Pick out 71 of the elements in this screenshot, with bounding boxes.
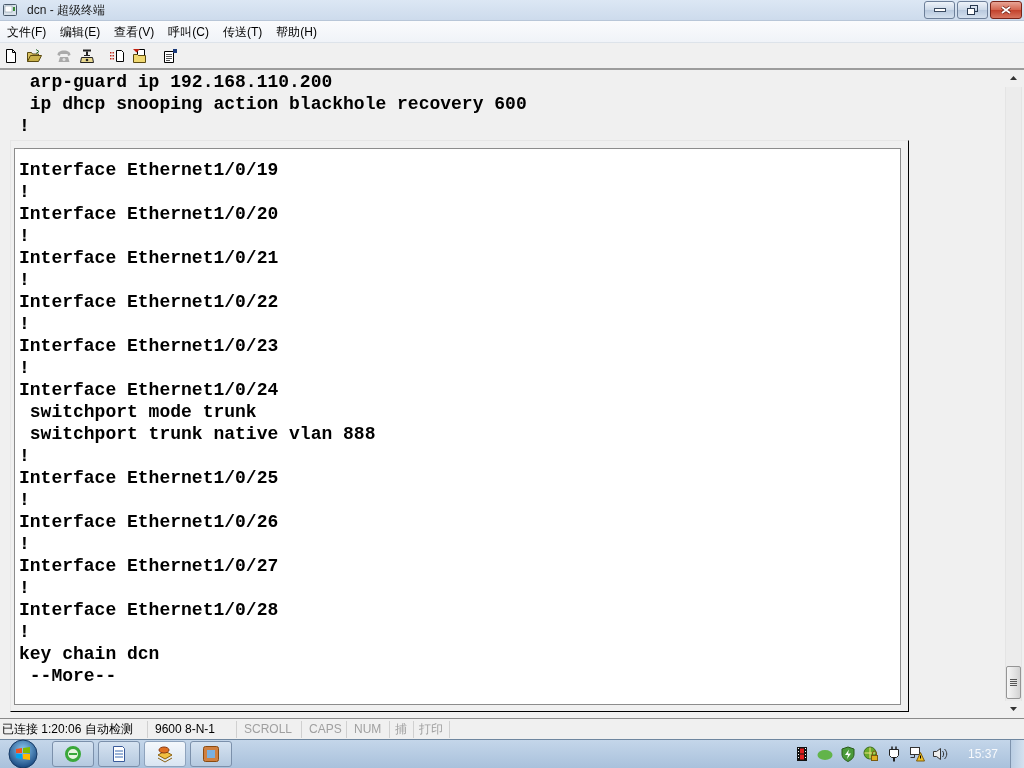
taskbar-button[interactable] xyxy=(144,741,186,767)
menu-item[interactable]: 帮助(H) xyxy=(269,22,324,41)
terminal-line: Interface Ethernet1/0/28 xyxy=(19,599,279,621)
status-text: NUM xyxy=(354,722,382,736)
telephone-handset-icon[interactable] xyxy=(79,47,95,64)
terminal-line: Interface Ethernet1/0/24 xyxy=(19,379,279,401)
terminal-line: ! xyxy=(19,313,30,335)
document-icon[interactable] xyxy=(3,47,19,64)
terminal-line: ! xyxy=(19,225,30,247)
terminal-line: ! xyxy=(19,115,30,137)
restore-icon xyxy=(967,5,978,15)
terminal-line: key chain dcn xyxy=(19,643,160,665)
terminal-line: Interface Ethernet1/0/25 xyxy=(19,467,279,489)
grip-icon xyxy=(1010,679,1017,686)
monitor-icon xyxy=(3,4,17,16)
terminal-line: ! xyxy=(19,533,30,555)
status-text: 9600 8-N-1 xyxy=(155,722,216,736)
restore-button[interactable] xyxy=(957,1,988,19)
status-text: SCROLL xyxy=(244,722,293,736)
network-warning-icon[interactable] xyxy=(908,746,925,762)
terminal-line: Interface Ethernet1/0/23 xyxy=(19,335,279,357)
menu-item[interactable]: 编辑(E) xyxy=(53,22,108,41)
menu-item[interactable]: 文件(F) xyxy=(0,22,54,41)
terminal-line: ! xyxy=(19,181,30,203)
up-arrow-icon[interactable] xyxy=(1010,76,1017,80)
globe-lock-icon[interactable] xyxy=(862,746,879,762)
folder-icon[interactable] xyxy=(26,47,42,64)
terminal-line: switchport trunk native vlan 888 xyxy=(28,423,376,445)
ring-icon xyxy=(64,745,82,763)
terminal-line: Interface Ethernet1/0/27 xyxy=(19,555,279,577)
status-text: 捕 xyxy=(395,720,407,738)
status-text: 打印 xyxy=(419,720,443,738)
minimize-button[interactable] xyxy=(924,1,955,19)
terminal-line: ! xyxy=(19,577,30,599)
close-icon xyxy=(1000,5,1012,15)
folder-arrow-icon[interactable] xyxy=(132,47,148,64)
terminal-line: ! xyxy=(19,621,30,643)
terminal-line: Interface Ethernet1/0/19 xyxy=(19,159,279,181)
window-icon xyxy=(202,745,220,763)
menu-item[interactable]: 呼叫(C) xyxy=(161,22,216,41)
taskbar-button[interactable] xyxy=(98,741,140,767)
terminal-line: ! xyxy=(19,445,30,467)
scrollbar-thumb[interactable] xyxy=(1006,666,1021,699)
down-arrow-icon[interactable] xyxy=(1010,707,1017,711)
terminal-line: switchport mode trunk xyxy=(28,401,257,423)
window-title: dcn - 超级终端 xyxy=(27,1,105,19)
terminal-line: ! xyxy=(19,269,30,291)
status-text: 已连接 1:20:06 自动检测 xyxy=(2,720,133,738)
terminal-line: Interface Ethernet1/0/22 xyxy=(19,291,279,313)
menu-item[interactable]: 查看(V) xyxy=(107,22,162,41)
status-text: CAPS xyxy=(309,722,342,736)
terminal-line: --More-- xyxy=(28,665,117,687)
taskbar-button[interactable] xyxy=(190,741,232,767)
minimize-icon xyxy=(933,8,946,12)
terminal-line: ip dhcp snooping action blackhole recovery 600 xyxy=(28,93,527,115)
shield-icon[interactable] xyxy=(839,746,856,762)
terminal-line: Interface Ethernet1/0/26 xyxy=(19,511,279,533)
terminal-line: ! xyxy=(19,357,30,379)
terminal-line: Interface Ethernet1/0/21 xyxy=(19,247,279,269)
terminal-line: arp-guard ip 192.168.110.200 xyxy=(28,71,333,93)
stack-icon xyxy=(156,745,174,763)
speaker-icon[interactable] xyxy=(931,746,948,762)
menu-item[interactable]: 传送(T) xyxy=(216,22,270,41)
page-lines-icon[interactable] xyxy=(162,47,178,64)
start-orb-icon[interactable] xyxy=(8,739,38,768)
document-icon xyxy=(110,745,128,763)
document-dots-icon[interactable] xyxy=(109,47,125,64)
taskbar-button[interactable] xyxy=(52,741,94,767)
close-button[interactable] xyxy=(990,1,1022,19)
terminal-line: ! xyxy=(19,489,30,511)
terminal-line: Interface Ethernet1/0/20 xyxy=(19,203,279,225)
